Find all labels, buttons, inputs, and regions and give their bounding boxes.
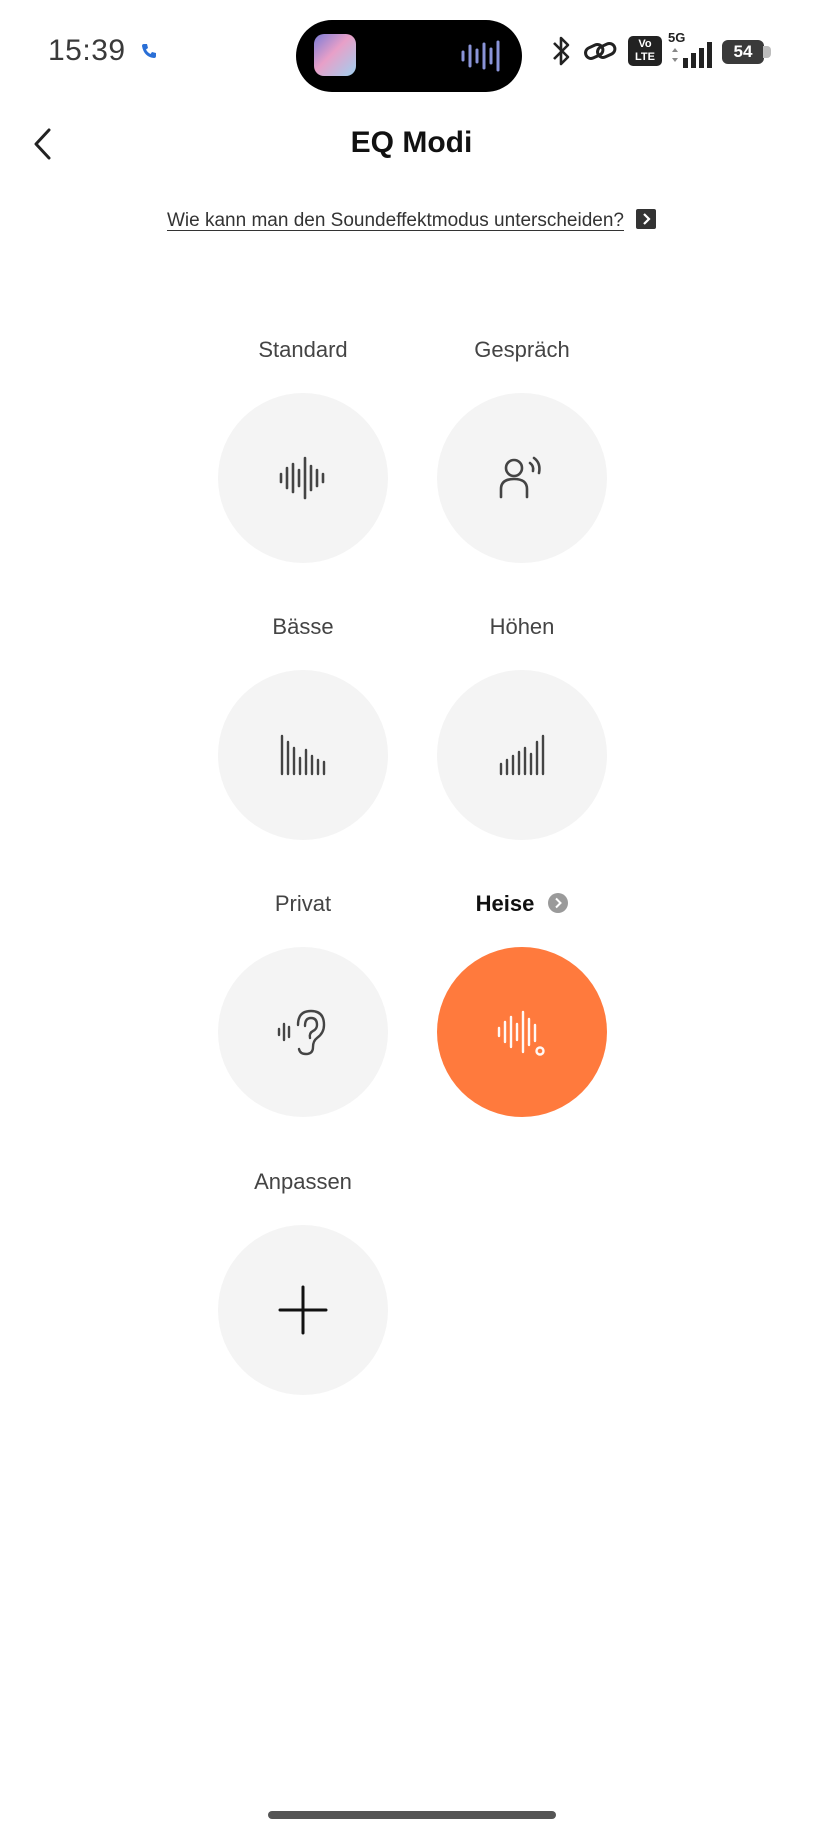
help-link-text[interactable]: Wie kann man den Soundeffektmodus unters… (167, 210, 624, 231)
status-bar: 15:39 Vo LTE 5G 54 (0, 0, 823, 110)
custom-wave-icon (497, 1010, 545, 1056)
status-time: 15:39 (48, 34, 126, 67)
mode-label-standard: Standard (258, 337, 348, 362)
volte-icon: Vo LTE (628, 36, 662, 66)
dynamic-island[interactable] (296, 20, 522, 92)
plus-icon (278, 1285, 328, 1335)
mode-label-gespraech: Gespräch (474, 337, 570, 362)
mode-button-privat[interactable] (218, 947, 388, 1117)
mode-button-heise[interactable] (437, 947, 607, 1117)
home-indicator[interactable] (268, 1811, 556, 1819)
mode-button-gespraech[interactable] (437, 393, 607, 563)
mode-label-privat: Privat (274, 891, 332, 916)
battery-tip (763, 46, 771, 58)
battery-icon: 54 (722, 40, 764, 64)
system-icons: Vo LTE 5G 54 (548, 30, 778, 72)
mode-button-standard[interactable] (218, 393, 388, 563)
mode-label-heise: Heise (437, 891, 607, 917)
mode-button-anpassen[interactable] (218, 1225, 388, 1395)
audio-wave-icon (461, 40, 500, 72)
mode-label-hoehen: Höhen (489, 614, 555, 639)
mode-button-hoehen[interactable] (437, 670, 607, 840)
arrow-right-icon[interactable] (636, 208, 656, 229)
page-title: EQ Modi (350, 126, 473, 159)
call-icon (142, 44, 156, 58)
person-speaking-icon (499, 456, 541, 499)
mode-button-baesse[interactable] (218, 670, 388, 840)
treble-bars-icon (499, 734, 545, 776)
bass-bars-icon (280, 734, 326, 776)
ear-icon (277, 1009, 326, 1056)
link-icon (584, 41, 617, 60)
mode-label-anpassen: Anpassen (254, 1169, 352, 1194)
bluetooth-icon (553, 36, 570, 66)
help-link[interactable]: Wie kann man den Soundeffektmodus unters… (0, 208, 823, 232)
mode-label-baesse: Bässe (272, 614, 334, 639)
waveform-icon (279, 456, 325, 500)
signal-icon (672, 42, 712, 68)
media-app-icon[interactable] (314, 34, 356, 76)
info-icon[interactable] (548, 893, 569, 914)
